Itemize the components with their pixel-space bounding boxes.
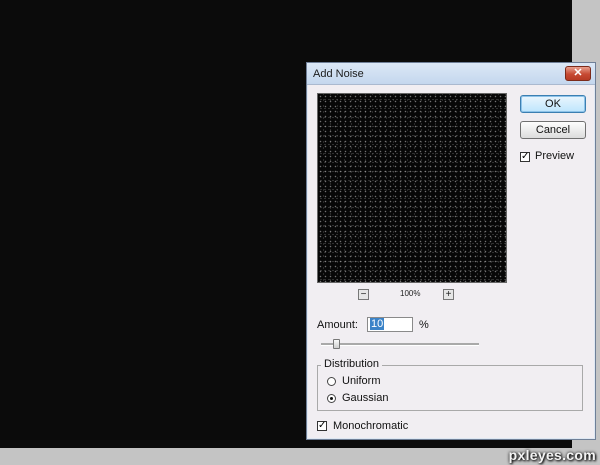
amount-label: Amount:	[317, 319, 358, 331]
ok-button[interactable]: OK	[520, 95, 586, 113]
plus-icon: +	[445, 289, 452, 300]
amount-input[interactable]: 10	[367, 317, 413, 332]
zoom-in-button[interactable]: +	[443, 289, 454, 300]
close-button[interactable]: ✕	[565, 66, 591, 81]
dialog-title: Add Noise	[313, 68, 364, 80]
distribution-group	[317, 365, 583, 411]
zoom-out-button[interactable]: −	[358, 289, 369, 300]
noise-preview[interactable]	[317, 93, 507, 283]
preview-label: Preview	[535, 150, 575, 162]
monochromatic-checkbox[interactable]: ✓	[317, 421, 327, 431]
amount-slider-track[interactable]	[321, 343, 479, 346]
checkmark-icon: ✓	[318, 420, 327, 431]
minus-icon: −	[360, 289, 367, 300]
distribution-legend: Distribution	[321, 358, 383, 370]
gaussian-radio[interactable]	[327, 394, 336, 403]
zoom-level: 100%	[400, 289, 421, 298]
cancel-button[interactable]: Cancel	[520, 121, 586, 139]
monochromatic-label: Monochromatic	[333, 420, 409, 432]
dialog-titlebar[interactable]: Add Noise ✕	[307, 63, 595, 85]
uniform-radio[interactable]	[327, 377, 336, 386]
amount-value: 10	[370, 318, 385, 330]
checkmark-icon: ✓	[521, 151, 530, 162]
amount-slider-thumb[interactable]	[333, 339, 341, 349]
uniform-label: Uniform	[342, 375, 381, 387]
preview-checkbox[interactable]: ✓	[520, 152, 530, 162]
amount-unit: %	[419, 319, 429, 331]
add-noise-dialog: Add Noise ✕ − 100% + OK Cancel ✓ Preview…	[306, 62, 596, 440]
watermark: pxleyes.com	[508, 447, 596, 463]
close-icon: ✕	[573, 67, 583, 79]
gaussian-label: Gaussian	[342, 392, 389, 404]
